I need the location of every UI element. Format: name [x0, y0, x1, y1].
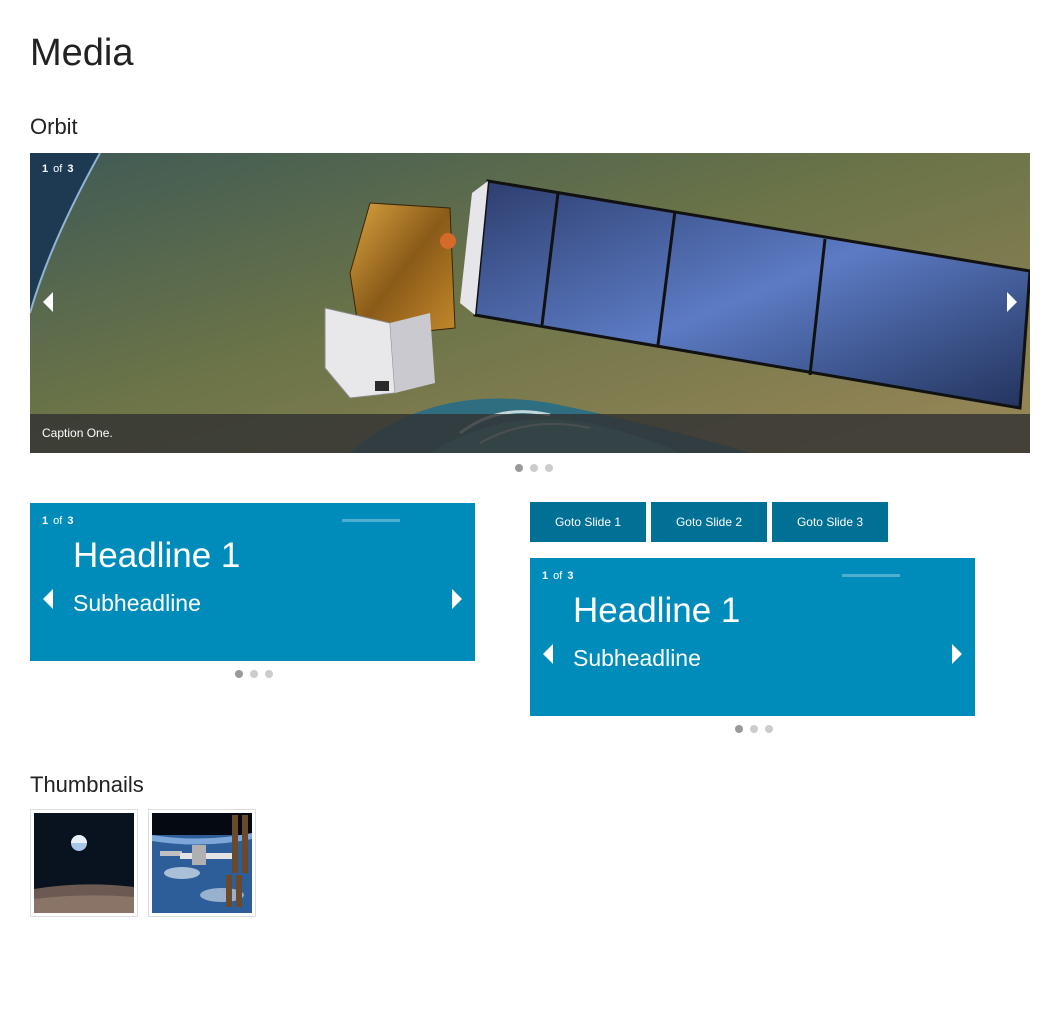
arrow-left-icon — [543, 644, 553, 664]
slide-total: 3 — [567, 570, 574, 582]
slide-counter: 1 of 3 — [542, 569, 573, 583]
arrow-right-icon — [452, 589, 462, 609]
arrow-right-icon — [1007, 292, 1017, 312]
slide-total: 3 — [67, 515, 74, 527]
slide-headline: Headline 1 — [573, 591, 741, 630]
next-slide-button[interactable] — [445, 584, 469, 614]
slide-counter: 1 of 3 — [42, 514, 73, 528]
image-orbit-slider[interactable]: 1 of 3 Caption One. — [30, 153, 1030, 453]
goto-slide-3-button[interactable]: Goto Slide 3 — [772, 502, 888, 542]
next-slide-button[interactable] — [945, 639, 969, 669]
slide-subheadline: Subheadline — [573, 645, 701, 671]
slide-bullet-2[interactable] — [250, 670, 258, 678]
slide-timer — [842, 574, 900, 577]
thumbnails-section-title: Thumbnails — [30, 772, 144, 797]
slide-of: of — [553, 570, 563, 582]
slide-bullet-1[interactable] — [235, 670, 243, 678]
slide-bullet-1[interactable] — [515, 464, 523, 472]
image-orbit-bullets — [515, 464, 553, 472]
slide-bullet-3[interactable] — [545, 464, 553, 472]
slide-of: of — [53, 515, 63, 527]
orbit-section-title: Orbit — [30, 114, 78, 139]
slide-caption: Caption One. — [30, 414, 1030, 453]
slide-current: 1 — [542, 570, 549, 582]
slide-timer — [342, 519, 400, 522]
page-title: Media — [30, 32, 134, 74]
slide-bullet-2[interactable] — [530, 464, 538, 472]
text-orbit-slider-2[interactable]: 1 of 3 Headline 1 Subheadline — [530, 558, 975, 716]
slide-total: 3 — [67, 163, 74, 175]
arrow-left-icon — [43, 292, 53, 312]
slide-bullet-1[interactable] — [735, 725, 743, 733]
slide-bullet-3[interactable] — [265, 670, 273, 678]
space-station-thumbnail-icon — [152, 813, 252, 913]
next-slide-button[interactable] — [1000, 287, 1024, 317]
arrow-left-icon — [43, 589, 53, 609]
thumbnail-space-station[interactable] — [148, 809, 256, 917]
goto-slide-1-button[interactable]: Goto Slide 1 — [530, 502, 646, 542]
satellite-slide-image — [30, 153, 1030, 453]
thumbnail-earthrise[interactable] — [30, 809, 138, 917]
slide-current: 1 — [42, 515, 49, 527]
text-orbit-2-bullets — [735, 725, 773, 733]
slide-of: of — [53, 163, 63, 175]
previous-slide-button[interactable] — [536, 639, 560, 669]
slide-current: 1 — [42, 163, 49, 175]
previous-slide-button[interactable] — [36, 584, 60, 614]
slide-subheadline: Subheadline — [73, 590, 201, 616]
earthrise-thumbnail-icon — [34, 813, 134, 913]
slide-bullet-3[interactable] — [765, 725, 773, 733]
text-orbit-1-bullets — [235, 670, 273, 678]
slide-counter: 1 of 3 — [42, 162, 73, 176]
arrow-right-icon — [952, 644, 962, 664]
previous-slide-button[interactable] — [36, 287, 60, 317]
text-orbit-slider-1[interactable]: 1 of 3 Headline 1 Subheadline — [30, 503, 475, 661]
slide-bullet-2[interactable] — [750, 725, 758, 733]
slide-headline: Headline 1 — [73, 536, 241, 575]
goto-slide-2-button[interactable]: Goto Slide 2 — [651, 502, 767, 542]
